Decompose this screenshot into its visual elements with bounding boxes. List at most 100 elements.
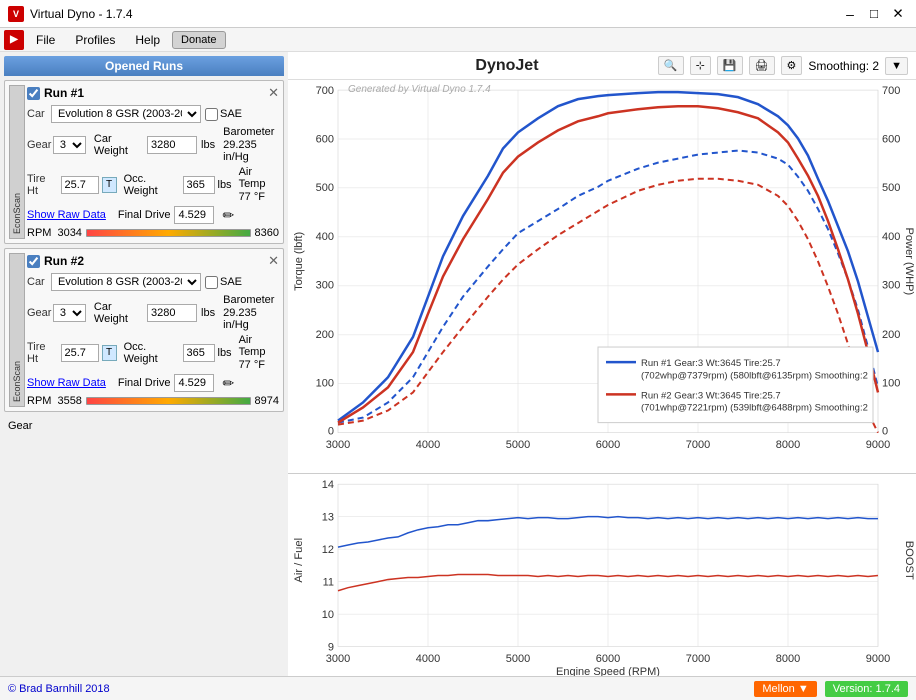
svg-text:13: 13 — [322, 512, 334, 524]
help-menu[interactable]: Help — [127, 31, 168, 49]
run2-rpm-max: 8974 — [255, 395, 279, 407]
smoothing-label: Smoothing: 2 — [808, 59, 879, 73]
run2-tire-input[interactable] — [61, 344, 99, 362]
run2-airtemp-value: 77 °F — [239, 359, 279, 371]
profiles-menu[interactable]: Profiles — [67, 31, 123, 49]
y-right-title: Power (WHP) — [903, 228, 915, 296]
svg-text:500: 500 — [316, 182, 334, 194]
sub-x-title: Engine Speed (RPM) — [556, 666, 660, 676]
run1-tire-input[interactable] — [61, 176, 99, 194]
svg-text:200: 200 — [882, 329, 900, 341]
y-right-labels: 700 600 500 400 300 200 100 0 — [882, 85, 900, 438]
settings-button[interactable]: ⚙ — [781, 56, 803, 75]
run2-airtemp: Air Temp 77 °F — [239, 334, 279, 371]
svg-text:400: 400 — [316, 231, 334, 243]
run1-tire-label: Tire Ht — [27, 173, 58, 197]
run1-close-button[interactable]: ✕ — [268, 85, 279, 101]
run1-checkbox[interactable] — [27, 87, 40, 100]
run2-carweight-input[interactable] — [147, 304, 197, 322]
run1-show-raw[interactable]: Show Raw Data — [27, 209, 106, 221]
run1-car-select[interactable]: Evolution 8 GSR (2003-2005) — [51, 105, 201, 123]
file-menu[interactable]: File — [28, 31, 63, 49]
run2-close-button[interactable]: ✕ — [268, 253, 279, 269]
zoom-in-button[interactable]: 🔍 — [658, 56, 684, 75]
run1-gear-select[interactable]: 3 — [53, 136, 86, 154]
run1-finaldrive-input[interactable] — [174, 206, 214, 224]
run1-title-group: Run #1 — [27, 86, 84, 100]
footer: © Brad Barnhill 2018 Mellon ▼ Version: 1… — [0, 676, 916, 700]
run1-drive-row: Show Raw Data Final Drive ✏ — [27, 206, 279, 224]
run2-gear-select[interactable]: 3 — [53, 304, 86, 322]
svg-text:300: 300 — [316, 280, 334, 292]
run1-carweight-input[interactable] — [147, 136, 197, 154]
svg-text:12: 12 — [322, 544, 334, 556]
titlebar: V Virtual Dyno - 1.7.4 – □ ✕ — [0, 0, 916, 28]
app-icon: V — [8, 6, 24, 22]
svg-text:4000: 4000 — [416, 439, 440, 451]
x-labels: 3000 4000 5000 6000 7000 8000 9000 — [326, 439, 890, 451]
svg-text:9000: 9000 — [866, 653, 890, 665]
run1-label: Run #1 — [44, 86, 84, 100]
run1-rpm-label: RPM — [27, 227, 51, 239]
footer-credit: © Brad Barnhill 2018 — [8, 683, 110, 695]
run1-rpm-row: RPM 3034 8360 — [27, 227, 279, 239]
run1-car-label: Car — [27, 108, 47, 120]
svg-text:500: 500 — [882, 182, 900, 194]
right-panel: DynoJet 🔍 ⊹ 💾 🖨 ⚙ Smoothing: 2 ▼ Generat… — [288, 52, 916, 676]
smoothing-adjust-button[interactable]: ▼ — [885, 57, 908, 75]
svg-text:3000: 3000 — [326, 653, 350, 665]
mellon-dropdown-icon: ▼ — [798, 683, 809, 695]
run1-ecoscan-label: EconScan — [9, 85, 25, 239]
run1-edit-icon[interactable]: ✏ — [222, 207, 234, 224]
sub-chart-svg: 14 13 12 11 10 9 3000 4000 5000 6000 700… — [288, 474, 916, 676]
svg-text:400: 400 — [882, 231, 900, 243]
run2-title-group: Run #2 — [27, 254, 84, 268]
svg-text:5000: 5000 — [506, 439, 530, 451]
run2-rpm-bar — [86, 397, 251, 405]
svg-text:6000: 6000 — [596, 439, 620, 451]
run2-header: Run #2 ✕ — [27, 253, 279, 269]
run2-car-select[interactable]: Evolution 8 GSR (2003-2005) — [51, 273, 201, 291]
run1-tire-button[interactable]: T — [102, 177, 117, 193]
run1-occ-input[interactable] — [183, 176, 215, 194]
print-button[interactable]: 🖨 — [749, 56, 775, 75]
sub-x-labels: 3000 4000 5000 6000 7000 8000 9000 — [326, 653, 890, 665]
app-logo: ▶ — [4, 30, 24, 50]
run2-finaldrive-input[interactable] — [174, 374, 214, 392]
run2-checkbox[interactable] — [27, 255, 40, 268]
run2-car-row: Car Evolution 8 GSR (2003-2005) SAE — [27, 273, 279, 291]
run2-edit-icon[interactable]: ✏ — [222, 375, 234, 392]
svg-text:600: 600 — [316, 133, 334, 145]
y-left-title: Torque (lbft) — [293, 232, 305, 291]
run2-sae-label: SAE — [220, 276, 242, 288]
run1-rpm-bar — [86, 229, 251, 237]
run2-show-raw[interactable]: Show Raw Data — [27, 377, 106, 389]
legend2-subtext: (701whp@7221rpm) (539lbft@6488rpm) Smoot… — [641, 402, 868, 413]
svg-text:100: 100 — [316, 377, 334, 389]
window-controls: – □ ✕ — [840, 4, 908, 24]
cursor-button[interactable]: ⊹ — [690, 56, 711, 75]
run2-ecoscan-label: EconScan — [9, 253, 25, 407]
svg-text:700: 700 — [316, 85, 334, 97]
version-button[interactable]: Version: 1.7.4 — [825, 681, 908, 697]
sub-y-labels: 14 13 12 11 10 9 — [322, 479, 334, 653]
svg-text:6000: 6000 — [596, 653, 620, 665]
maximize-button[interactable]: □ — [864, 4, 884, 24]
run2-tire-row: Tire Ht T Occ. Weight lbs Air Temp 77 °F — [27, 334, 279, 371]
close-button[interactable]: ✕ — [888, 4, 908, 24]
run2-barometer-value: 29.235 in/Hg — [223, 307, 279, 331]
run2-occ-input[interactable] — [183, 344, 215, 362]
run2-tire-button[interactable]: T — [102, 345, 117, 361]
run2-sae-checkbox[interactable] — [205, 276, 218, 289]
svg-text:4000: 4000 — [416, 653, 440, 665]
panel-title: Opened Runs — [4, 56, 284, 76]
mellon-button[interactable]: Mellon ▼ — [754, 681, 816, 697]
run1-car-row: Car Evolution 8 GSR (2003-2005) SAE — [27, 105, 279, 123]
donate-button[interactable]: Donate — [172, 31, 225, 49]
svg-text:8000: 8000 — [776, 653, 800, 665]
run1-sae-checkbox[interactable] — [205, 108, 218, 121]
run1-occ-label: Occ. Weight — [124, 173, 180, 197]
minimize-button[interactable]: – — [840, 4, 860, 24]
run1-barometer-value: 29.235 in/Hg — [223, 139, 279, 163]
save-button[interactable]: 💾 — [717, 56, 743, 75]
